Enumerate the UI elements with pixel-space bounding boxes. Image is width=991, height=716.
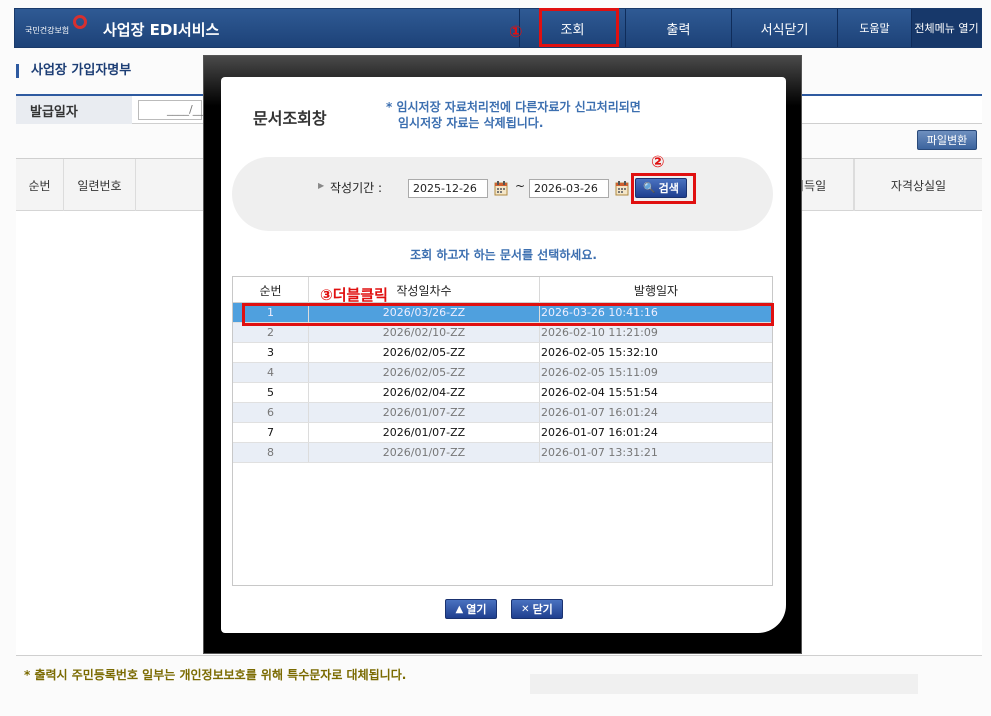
header-loss: 자격상실일	[854, 159, 982, 211]
row-seq: 8	[233, 443, 309, 462]
calendar-icon[interactable]	[494, 180, 508, 196]
calendar-icon[interactable]	[615, 180, 629, 196]
open-button[interactable]: ▲ 열기	[445, 599, 497, 619]
nav-close-forms[interactable]: 서식닫기	[731, 9, 837, 47]
row-title: 2026/01/07-ZZ	[309, 423, 540, 442]
step3-highlight	[242, 303, 774, 326]
header-seq: 순번	[16, 159, 64, 211]
date-from-input[interactable]: 2025-12-26	[408, 179, 488, 198]
grid-header-seq: 순번	[233, 277, 309, 303]
row-issue-date: 2026-02-04 15:51:54	[541, 386, 658, 399]
logo-text: 국민건강보험	[25, 26, 70, 35]
row-title: 2026/01/07-ZZ	[309, 443, 540, 462]
warning-line-2: 임시저장 자료는 삭제됩니다.	[398, 116, 544, 130]
row-issue-date: 2026-01-07 16:01:24	[541, 426, 658, 439]
document-row[interactable]: 2 2026/02/10-ZZ 2026-02-10 11:21:09	[233, 323, 772, 343]
step2-highlight	[631, 173, 696, 204]
page-title: 사업장 가입자명부	[16, 64, 131, 78]
warning-line-1: * 임시저장 자료처리전에 다른자료가 신고처리되면	[386, 100, 641, 114]
row-seq: 4	[233, 363, 309, 382]
step1-highlight	[539, 8, 619, 47]
nhis-logo[interactable]: 국민건강보험	[25, 15, 89, 39]
document-row[interactable]: 3 2026/02/05-ZZ 2026-02-05 15:32:10	[233, 343, 772, 363]
row-title: 2026/01/07-ZZ	[309, 403, 540, 422]
step1-label: ①	[509, 22, 523, 41]
open-folder-icon: ▲	[455, 603, 464, 615]
step2-label: ②	[651, 152, 665, 171]
bullet-arrow-icon: ▶	[318, 181, 325, 190]
row-seq: 3	[233, 343, 309, 362]
nav-all-menu[interactable]: 전체메뉴 열기	[911, 9, 981, 47]
privacy-notice: * 출력시 주민등록번호 일부는 개인정보보호를 위해 특수문자로 대체됩니다.	[24, 668, 407, 682]
page: 국민건강보험 사업장 EDI서비스 조회 출력 서식닫기 도움말 전체메뉴 열기…	[0, 0, 991, 716]
document-inquiry-modal: 문서조회창 * 임시저장 자료처리전에 다른자료가 신고처리되면 임시저장 자료…	[203, 55, 802, 654]
row-seq: 6	[233, 403, 309, 422]
open-button-label: 열기	[466, 603, 487, 616]
modal-title: 문서조회창	[253, 109, 327, 128]
modal-warning: * 임시저장 자료처리전에 다른자료가 신고처리되면 임시저장 자료는 삭제됩니…	[386, 99, 641, 131]
date-to-input[interactable]: 2026-03-26	[529, 179, 609, 198]
header-serial: 일련번호	[64, 159, 136, 211]
row-issue-date: 2026-01-07 13:31:21	[541, 446, 658, 459]
document-row[interactable]: 8 2026/01/07-ZZ 2026-01-07 13:31:21	[233, 443, 772, 463]
row-seq: 7	[233, 423, 309, 442]
period-label: 작성기간 :	[330, 181, 383, 195]
row-title: 2026/02/05-ZZ	[309, 343, 540, 362]
row-issue-date: 2026-02-05 15:11:09	[541, 366, 658, 379]
logo-mark-icon	[73, 15, 87, 29]
row-issue-date: 2026-02-05 15:32:10	[541, 346, 658, 359]
issue-date-label: 발급일자	[16, 96, 132, 124]
grid-header: 순번 작성일차수 발행일자	[233, 277, 772, 303]
document-row[interactable]: 5 2026/02/04-ZZ 2026-02-04 15:51:54	[233, 383, 772, 403]
close-button-label: 닫기	[532, 603, 553, 616]
nav-help[interactable]: 도움말	[837, 9, 911, 47]
grid-header-date: 발행일자	[633, 283, 679, 298]
range-tilde: ~	[515, 179, 526, 193]
document-row[interactable]: 4 2026/02/05-ZZ 2026-02-05 15:11:09	[233, 363, 772, 383]
row-issue-date: 2026-01-07 16:01:24	[541, 406, 658, 419]
file-convert-button[interactable]: 파일변환	[917, 130, 977, 150]
row-seq: 5	[233, 383, 309, 402]
close-icon: ✕	[521, 603, 530, 615]
brand-title: 사업장 EDI서비스	[103, 21, 220, 39]
document-row[interactable]: 6 2026/01/07-ZZ 2026-01-07 16:01:24	[233, 403, 772, 423]
close-button[interactable]: ✕ 닫기	[511, 599, 563, 619]
row-title: 2026/02/04-ZZ	[309, 383, 540, 402]
nav-print[interactable]: 출력	[625, 9, 731, 47]
document-row[interactable]: 7 2026/01/07-ZZ 2026-01-07 16:01:24	[233, 423, 772, 443]
top-header: 국민건강보험 사업장 EDI서비스 조회 출력 서식닫기 도움말 전체메뉴 열기	[14, 8, 982, 48]
row-title: 2026/02/05-ZZ	[309, 363, 540, 382]
notice-bar	[530, 674, 918, 694]
step3-label: ③더블클릭	[320, 286, 388, 304]
select-message: 조회 하고자 하는 문서를 선택하세요.	[410, 248, 597, 262]
issue-date-input[interactable]: ____/__	[138, 100, 204, 120]
modal-panel: 문서조회창 * 임시저장 자료처리전에 다른자료가 신고처리되면 임시저장 자료…	[221, 77, 786, 633]
